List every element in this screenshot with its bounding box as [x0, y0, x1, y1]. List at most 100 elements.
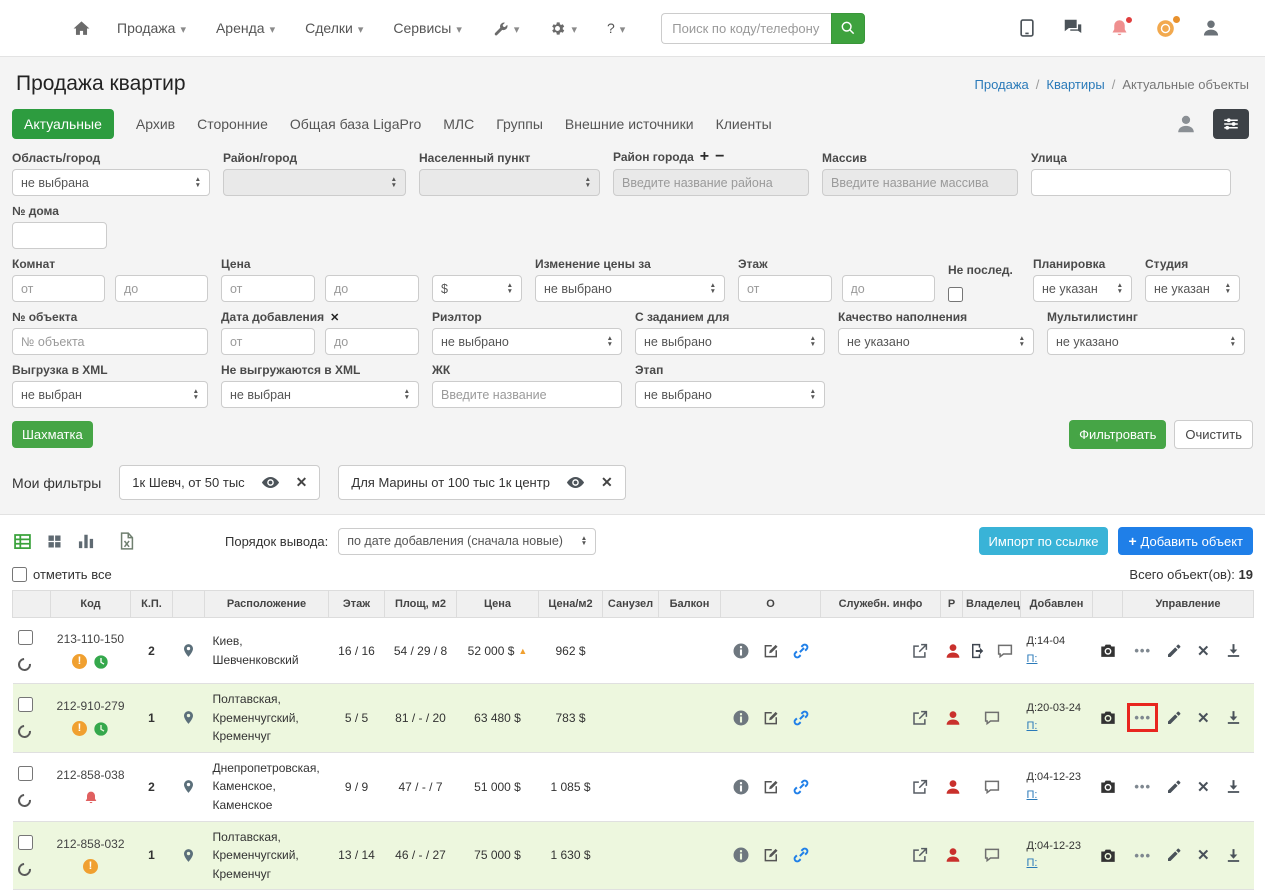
filter-settings-button[interactable]	[1213, 109, 1249, 139]
link-icon[interactable]	[792, 642, 810, 660]
tab-third-party[interactable]: Сторонние	[197, 116, 268, 132]
refresh-circle-icon[interactable]	[14, 722, 34, 742]
apply-filter-button[interactable]: Фильтровать	[1069, 420, 1167, 449]
refresh-circle-icon[interactable]	[14, 791, 34, 810]
multilisting-select[interactable]: не указано	[1047, 328, 1245, 355]
edit-note-icon[interactable]	[762, 642, 780, 660]
info-icon[interactable]	[732, 642, 750, 660]
map-pin-icon[interactable]	[181, 641, 196, 660]
region-select[interactable]: не выбрана	[12, 169, 210, 196]
link-icon[interactable]	[792, 709, 810, 727]
massif-input[interactable]	[822, 169, 1018, 196]
more-actions-icon-highlighted[interactable]	[1127, 703, 1158, 733]
object-number-input[interactable]	[12, 328, 208, 355]
eye-icon[interactable]	[566, 473, 585, 492]
menu-settings[interactable]	[549, 20, 577, 37]
export-excel-icon[interactable]	[117, 531, 137, 551]
eye-icon[interactable]	[261, 473, 280, 492]
external-link-icon[interactable]	[911, 709, 929, 727]
layout-select[interactable]: не указан	[1033, 275, 1132, 302]
view-grid-icon[interactable]	[46, 532, 63, 549]
camera-icon[interactable]	[1098, 641, 1118, 660]
owner-person-icon[interactable]	[944, 778, 962, 796]
select-all-checkbox[interactable]	[12, 567, 27, 582]
view-table-icon[interactable]	[12, 531, 33, 552]
edit-pencil-icon[interactable]	[1166, 779, 1182, 795]
menu-tools[interactable]	[492, 20, 520, 37]
tab-external-sources[interactable]: Внешние источники	[565, 116, 694, 132]
info-icon[interactable]	[732, 709, 750, 727]
phone-link[interactable]: П:	[1027, 653, 1038, 665]
remove-filter-icon[interactable]	[296, 474, 308, 491]
user-filter-icon[interactable]	[1175, 113, 1197, 135]
menu-deals[interactable]: Сделки	[305, 20, 363, 36]
comment-icon[interactable]	[996, 642, 1014, 660]
remove-district-icon[interactable]	[715, 149, 724, 165]
menu-help[interactable]: ?	[607, 20, 625, 36]
knowledge-base-icon[interactable]	[1017, 18, 1037, 38]
map-pin-icon[interactable]	[181, 777, 196, 796]
row-checkbox[interactable]	[17, 697, 33, 713]
phone-link[interactable]: П:	[1027, 720, 1038, 732]
row-checkbox[interactable]	[17, 630, 33, 645]
edit-note-icon[interactable]	[762, 709, 780, 727]
more-actions-icon[interactable]	[1134, 848, 1151, 863]
camera-icon[interactable]	[1098, 708, 1118, 727]
link-icon[interactable]	[792, 778, 810, 796]
remove-filter-icon[interactable]	[601, 474, 613, 491]
row-checkbox[interactable]	[17, 766, 33, 782]
map-pin-icon[interactable]	[181, 708, 196, 727]
notifications-bell-icon[interactable]	[1109, 15, 1133, 39]
house-number-input[interactable]	[12, 222, 107, 249]
studio-select[interactable]: не указан	[1145, 275, 1240, 302]
link-icon[interactable]	[792, 846, 810, 864]
chess-button[interactable]: Шахматка	[12, 421, 93, 448]
date-to-input[interactable]	[325, 328, 419, 355]
clear-date-icon[interactable]	[330, 310, 339, 324]
rooms-to-input[interactable]	[115, 275, 208, 302]
district-select[interactable]	[223, 169, 406, 196]
breadcrumb-link-sale[interactable]: Продажа	[975, 77, 1029, 92]
info-icon[interactable]	[732, 778, 750, 796]
price-from-input[interactable]	[221, 275, 315, 302]
refresh-circle-icon[interactable]	[14, 860, 34, 879]
task-for-select[interactable]: не выбрано	[635, 328, 825, 355]
phone-link[interactable]: П:	[1027, 789, 1038, 801]
tab-groups[interactable]: Группы	[496, 116, 543, 132]
price-change-select[interactable]: не выбрано	[535, 275, 725, 302]
floor-to-input[interactable]	[841, 275, 935, 302]
menu-services[interactable]: Сервисы	[393, 20, 462, 36]
view-chart-icon[interactable]	[76, 531, 96, 551]
add-district-icon[interactable]	[700, 149, 709, 165]
comment-icon[interactable]	[983, 778, 1001, 796]
messages-icon[interactable]	[1062, 17, 1084, 39]
owner-person-icon[interactable]	[944, 642, 962, 660]
map-pin-icon[interactable]	[181, 846, 196, 865]
home-icon[interactable]	[72, 19, 91, 38]
download-icon[interactable]	[1225, 709, 1242, 726]
owner-person-icon[interactable]	[944, 709, 962, 727]
more-actions-icon[interactable]	[1134, 643, 1151, 658]
profile-icon[interactable]	[1201, 18, 1221, 38]
tab-mls[interactable]: МЛС	[443, 116, 474, 132]
phone-link[interactable]: П:	[1027, 857, 1038, 869]
camera-icon[interactable]	[1098, 777, 1118, 796]
more-actions-icon[interactable]	[1134, 779, 1151, 794]
owner-person-icon[interactable]	[944, 846, 962, 864]
edit-note-icon[interactable]	[762, 778, 780, 796]
delete-icon[interactable]	[1197, 642, 1210, 660]
delete-icon[interactable]	[1197, 709, 1210, 727]
object-code[interactable]: 212-910-279	[54, 699, 128, 713]
comment-icon[interactable]	[983, 709, 1001, 727]
coin-icon[interactable]	[1155, 14, 1181, 39]
comment-icon[interactable]	[983, 846, 1001, 864]
xml-upload-select[interactable]: не выбран	[12, 381, 208, 408]
clear-filter-button[interactable]: Очистить	[1174, 420, 1253, 449]
floor-from-input[interactable]	[738, 275, 832, 302]
search-button[interactable]	[831, 12, 866, 44]
external-link-icon[interactable]	[911, 846, 929, 864]
stage-select[interactable]: не выбрано	[635, 381, 825, 408]
external-link-icon[interactable]	[911, 778, 929, 796]
rooms-from-input[interactable]	[12, 275, 105, 302]
download-icon[interactable]	[1225, 778, 1242, 795]
